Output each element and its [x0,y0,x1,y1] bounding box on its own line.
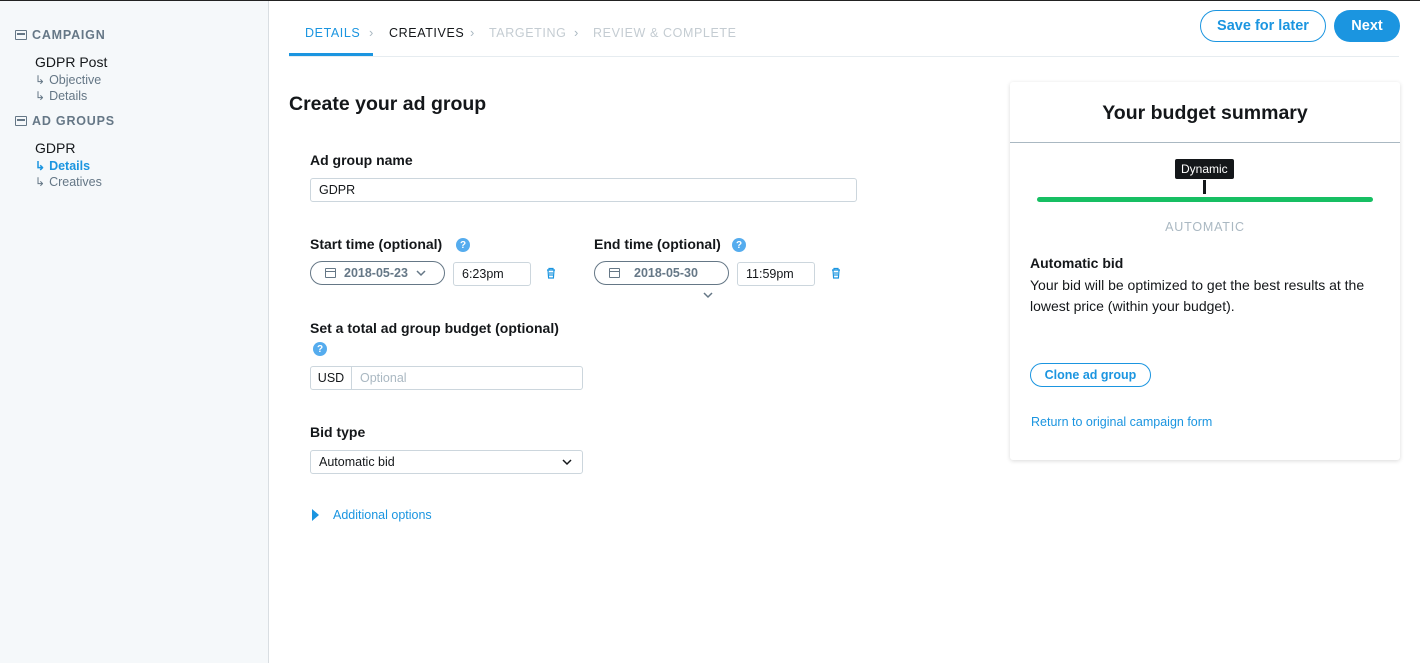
additional-options-label: Additional options [333,508,432,522]
start-time-input[interactable]: 6:23pm [453,262,531,286]
bid-description: Your bid will be optimized to get the be… [1030,277,1365,314]
sidebar-item-label: Details [49,89,88,103]
divider [1010,142,1400,143]
campaign-name[interactable]: GDPR Post [35,54,107,70]
sub-arrow-icon: ↳ [35,89,46,103]
sidebar-item-label: Objective [49,73,102,87]
sub-arrow-icon: ↳ [35,175,46,189]
automatic-caption: AUTOMATIC [1165,220,1245,234]
bid-type-value: Automatic bid [319,455,395,469]
chevron-right-icon: › [574,25,579,40]
bid-type-label: Bid type [310,424,366,440]
sidebar-item-campaign-details[interactable]: ↳ Details [35,89,87,103]
campaign-section-header: CAMPAIGN [15,28,106,42]
sub-arrow-icon: ↳ [35,73,46,87]
start-date-picker[interactable]: 2018-05-23 [310,261,445,285]
chevron-right-icon: › [470,25,475,40]
chevron-down-icon [416,269,426,276]
start-date-value: 2018-05-23 [344,266,408,280]
sub-arrow-icon: ↳ [35,159,46,173]
budget-label: Set a total ad group budget (optional) [310,320,559,336]
budget-input[interactable]: Optional [352,367,407,389]
additional-options-toggle[interactable]: Additional options [312,508,432,522]
adgroups-icon [15,116,27,126]
budget-field[interactable]: USD Optional [310,366,583,390]
next-button[interactable]: Next [1334,10,1400,42]
sidebar: CAMPAIGN GDPR Post ↳ Objective ↳ Details… [0,1,269,663]
tab-creatives[interactable]: CREATIVES [389,26,464,40]
dynamic-tooltip: Dynamic [1175,159,1234,179]
tab-targeting[interactable]: TARGETING [489,26,566,40]
active-tab-indicator [289,53,373,56]
tab-details[interactable]: DETAILS [305,26,360,40]
chevron-down-icon [562,458,572,465]
calendar-icon [325,268,336,278]
end-time-label: End time (optional) [594,236,721,252]
ad-group-name-input[interactable]: GDPR [310,178,857,202]
sidebar-item-label: Creatives [49,175,102,189]
end-date-value: 2018-05-30 [634,266,698,280]
adgroups-section-label: AD GROUPS [32,114,115,128]
tab-review-complete[interactable]: REVIEW & COMPLETE [593,26,737,40]
slider-marker [1203,180,1206,194]
trash-icon[interactable] [546,267,556,279]
help-icon[interactable]: ? [456,238,470,252]
ad-group-name-label: Ad group name [310,152,413,168]
adgroup-name[interactable]: GDPR [35,140,75,156]
chevron-down-icon[interactable] [703,292,713,299]
return-campaign-link[interactable]: Return to original campaign form [1031,415,1212,429]
budget-summary-card: Your budget summary Dynamic AUTOMATIC Au… [1010,82,1400,460]
trash-icon[interactable] [831,267,841,279]
sidebar-item-objective[interactable]: ↳ Objective [35,73,101,87]
end-time-input[interactable]: 11:59pm [737,262,815,286]
help-icon[interactable]: ? [732,238,746,252]
save-for-later-button[interactable]: Save for later [1200,10,1326,42]
bid-heading: Automatic bid [1030,255,1124,271]
sidebar-item-label: Details [49,159,91,173]
currency-label: USD [311,367,352,389]
adgroups-section-header: AD GROUPS [15,114,115,128]
calendar-icon [609,268,620,278]
caret-right-icon [312,509,319,521]
sidebar-item-adgroup-details[interactable]: ↳ Details [35,159,90,173]
start-time-label: Start time (optional) [310,236,443,252]
chevron-right-icon: › [369,25,374,40]
campaign-icon [15,30,27,40]
end-date-picker[interactable]: 2018-05-30 [594,261,729,285]
clone-ad-group-button[interactable]: Clone ad group [1030,363,1151,387]
bid-type-select[interactable]: Automatic bid [310,450,583,474]
sidebar-item-creatives[interactable]: ↳ Creatives [35,175,102,189]
page-title: Create your ad group [289,93,487,115]
budget-summary-title: Your budget summary [1102,102,1308,124]
budget-bar [1037,197,1373,202]
help-icon[interactable]: ? [313,342,327,356]
campaign-section-label: CAMPAIGN [32,28,106,42]
